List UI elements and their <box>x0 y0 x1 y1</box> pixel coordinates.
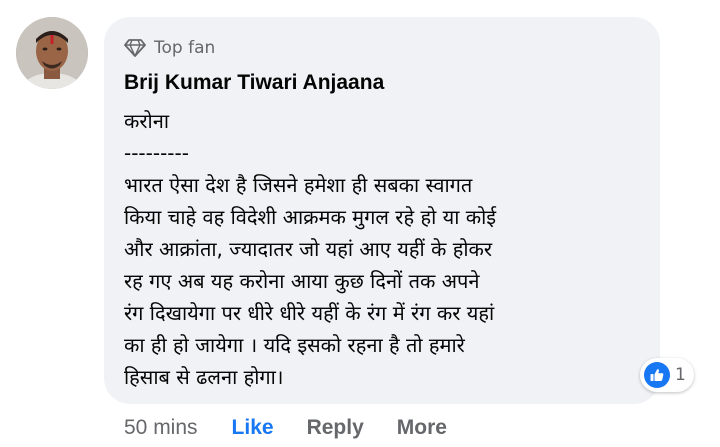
top-fan-badge: Top fan <box>124 37 215 59</box>
like-button[interactable]: Like <box>232 416 274 440</box>
reaction-count: 1 <box>675 365 686 385</box>
comment-line: भारत ऐसा देश है जिसने हमेशा ही सबका स्वा… <box>124 173 473 197</box>
reaction-summary[interactable]: 1 <box>640 358 694 392</box>
more-button[interactable]: More <box>397 416 447 440</box>
badge-label: Top fan <box>154 38 216 58</box>
timestamp[interactable]: 50 mins <box>124 416 198 440</box>
comment-line: हिसाब से ढलना होगा। <box>124 365 284 389</box>
comment-line: का ही हो जायेगा । यदि इसको रहना है तो हम… <box>124 333 465 357</box>
comment-actions: 50 mins Like Reply More <box>124 414 480 442</box>
comment-line: किया चाहे वह विदेशी आक्रमक मुगल रहे हो य… <box>124 205 497 229</box>
comment-line: करोना <box>124 109 169 133</box>
comment-line: रह गए अब यह करोना आया कुछ दिनों तक अपने <box>124 269 480 293</box>
comment-bubble: Top fan Brij Kumar Tiwari Anjaana करोना … <box>104 17 660 404</box>
diamond-icon <box>124 39 146 57</box>
comment-container: Top fan Brij Kumar Tiwari Anjaana करोना … <box>0 0 720 447</box>
comment-line: --------- <box>124 141 189 165</box>
comment-text: करोना --------- भारत ऐसा देश है जिसने हम… <box>124 105 644 393</box>
author-name[interactable]: Brij Kumar Tiwari Anjaana <box>124 71 384 95</box>
like-thumb-icon <box>644 362 670 388</box>
comment-line: और आक्रांता, ज्यादातर जो यहां आए यहीं के… <box>124 237 493 261</box>
reply-button[interactable]: Reply <box>307 416 364 440</box>
avatar[interactable] <box>16 17 88 89</box>
comment-line: रंग दिखायेगा पर धीरे धीरे यहीं के रंग मे… <box>124 301 495 325</box>
